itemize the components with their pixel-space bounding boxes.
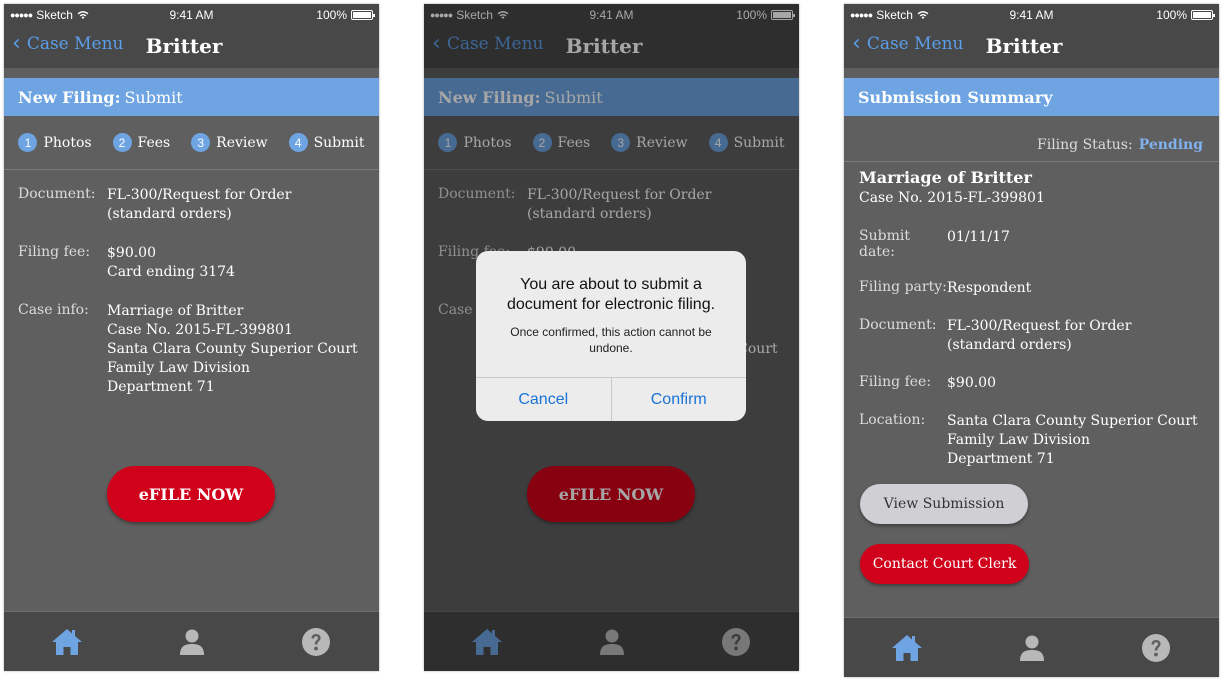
confirm-dialog: You are about to submit a document for e… (476, 251, 746, 421)
step-submit[interactable]: 4 Submit (288, 133, 365, 152)
step-review[interactable]: 3 Review (191, 133, 268, 152)
step-number: 4 (288, 133, 308, 152)
detail-value: $90.00 (947, 375, 996, 391)
detail-value: (standard orders) (947, 337, 1072, 353)
status-badge: Pending (1138, 137, 1203, 153)
banner-title: Submission Summary (858, 88, 1053, 107)
nav-bar: ‹ Case Menu Britter (4, 26, 379, 68)
nav-title: Britter (145, 34, 223, 58)
detail-value: Family Law Division (107, 360, 250, 376)
submission-details: Submit date: 01/11/17 Filing party: Resp… (859, 228, 1211, 488)
tab-profile[interactable] (1015, 632, 1049, 664)
efile-now-button[interactable]: eFILE NOW (107, 466, 275, 522)
tab-home[interactable] (50, 626, 84, 658)
battery-percent: 100% (1156, 8, 1187, 22)
status-label: Filing Status: (1037, 137, 1133, 153)
case-number: Case No. 2015-FL-399801 (859, 190, 1045, 206)
detail-value: Family Law Division (947, 432, 1090, 448)
tab-home[interactable] (890, 632, 924, 664)
detail-value: Respondent (947, 280, 1032, 296)
detail-row-case-info: Case info: Marriage of Britter Case No. … (18, 302, 369, 397)
filing-status: Filing Status: Pending (844, 134, 1219, 162)
tab-help[interactable] (299, 626, 333, 658)
detail-label: Filing fee: (859, 374, 932, 390)
status-bar: ●●●●● Sketch 9:41 AM 100% (4, 4, 379, 26)
step-label: Submit (313, 134, 365, 151)
detail-value: Santa Clara County Superior Court (947, 413, 1198, 429)
contact-clerk-button[interactable]: Contact Court Clerk (860, 544, 1029, 584)
detail-label: Filing party: (859, 279, 947, 295)
step-number: 1 (18, 133, 38, 152)
page-banner: New Filing: Submit (4, 78, 379, 116)
detail-value: $90.00 (107, 245, 156, 261)
confirm-button[interactable]: Confirm (610, 378, 747, 421)
detail-value: Santa Clara County Superior Court (107, 341, 358, 357)
detail-row-submit-date: Submit date: 01/11/17 (859, 228, 1211, 260)
battery-icon (351, 10, 375, 20)
detail-row-fee: Filing fee: $90.00 (859, 374, 1211, 393)
detail-row-document: Document: FL-300/Request for Order (stand… (18, 186, 369, 224)
page-banner: Submission Summary (844, 78, 1219, 116)
detail-label: Document: (18, 186, 96, 202)
detail-label: Location: (859, 412, 926, 428)
detail-value: FL-300/Request for Order (107, 187, 292, 203)
cancel-button[interactable]: Cancel (476, 378, 611, 421)
step-label: Fees (137, 134, 171, 151)
detail-label: Document: (859, 317, 937, 333)
filing-details: Document: FL-300/Request for Order (stand… (18, 186, 369, 417)
detail-label: Case info: (18, 302, 89, 318)
phone-screen-submit: ●●●●● Sketch 9:41 AM 100% ‹ Case Menu Br… (4, 4, 379, 671)
detail-value: FL-300/Request for Order (947, 318, 1132, 334)
status-bar: ●●●●● Sketch 9:41 AM 100% (844, 4, 1219, 26)
step-fees[interactable]: 2 Fees (112, 133, 171, 152)
detail-label: Filing fee: (18, 244, 91, 260)
view-submission-button[interactable]: View Submission (860, 484, 1028, 524)
step-number: 3 (191, 133, 211, 152)
detail-value: Marriage of Britter (107, 303, 244, 319)
phone-screen-confirm: ●●●●● Sketch 9:41 AM 100% ‹ Case Menu Br… (424, 4, 799, 671)
nav-bar: ‹ Case Menu Britter (844, 26, 1219, 68)
step-photos[interactable]: 1 Photos (18, 133, 92, 152)
detail-label: Submit date: (859, 228, 910, 260)
phone-screen-summary: ●●●●● Sketch 9:41 AM 100% ‹ Case Menu Br… (844, 4, 1219, 677)
detail-row-document: Document: FL-300/Request for Order (stand… (859, 317, 1211, 355)
banner-bold: New Filing: (18, 88, 121, 107)
detail-value: 01/11/17 (947, 229, 1010, 245)
home-icon (892, 635, 922, 661)
help-icon (1142, 634, 1170, 662)
tab-bar (4, 611, 379, 671)
step-label: Review (216, 134, 268, 151)
user-icon (1020, 635, 1044, 661)
step-progress: 1 Photos 2 Fees 3 Review 4 Submit (4, 116, 379, 170)
battery-icon (1191, 10, 1215, 20)
detail-row-filing-party: Filing party: Respondent (859, 279, 1211, 298)
detail-value: Case No. 2015-FL-399801 (107, 322, 293, 338)
user-icon (180, 629, 204, 655)
tab-help[interactable] (1139, 632, 1173, 664)
detail-row-location: Location: Santa Clara County Superior Co… (859, 412, 1211, 469)
detail-row-fee: Filing fee: $90.00 Card ending 3174 (18, 244, 369, 282)
case-header: Marriage of Britter Case No. 2015-FL-399… (859, 168, 1045, 206)
detail-value: Department 71 (107, 379, 215, 395)
help-icon (302, 628, 330, 656)
tab-profile[interactable] (175, 626, 209, 658)
step-label: Photos (43, 134, 92, 151)
battery-percent: 100% (316, 8, 347, 22)
case-title: Marriage of Britter (859, 168, 1032, 187)
nav-title: Britter (985, 34, 1063, 58)
home-icon (52, 629, 82, 655)
detail-value: Card ending 3174 (107, 264, 235, 280)
detail-value: Department 71 (947, 451, 1055, 467)
detail-value: (standard orders) (107, 206, 232, 222)
dialog-message: Once confirmed, this action cannot be un… (510, 325, 712, 355)
tab-bar (844, 617, 1219, 677)
step-number: 2 (112, 133, 132, 152)
dialog-title: You are about to submit a document for e… (506, 276, 716, 313)
banner-step: Submit (124, 88, 183, 107)
